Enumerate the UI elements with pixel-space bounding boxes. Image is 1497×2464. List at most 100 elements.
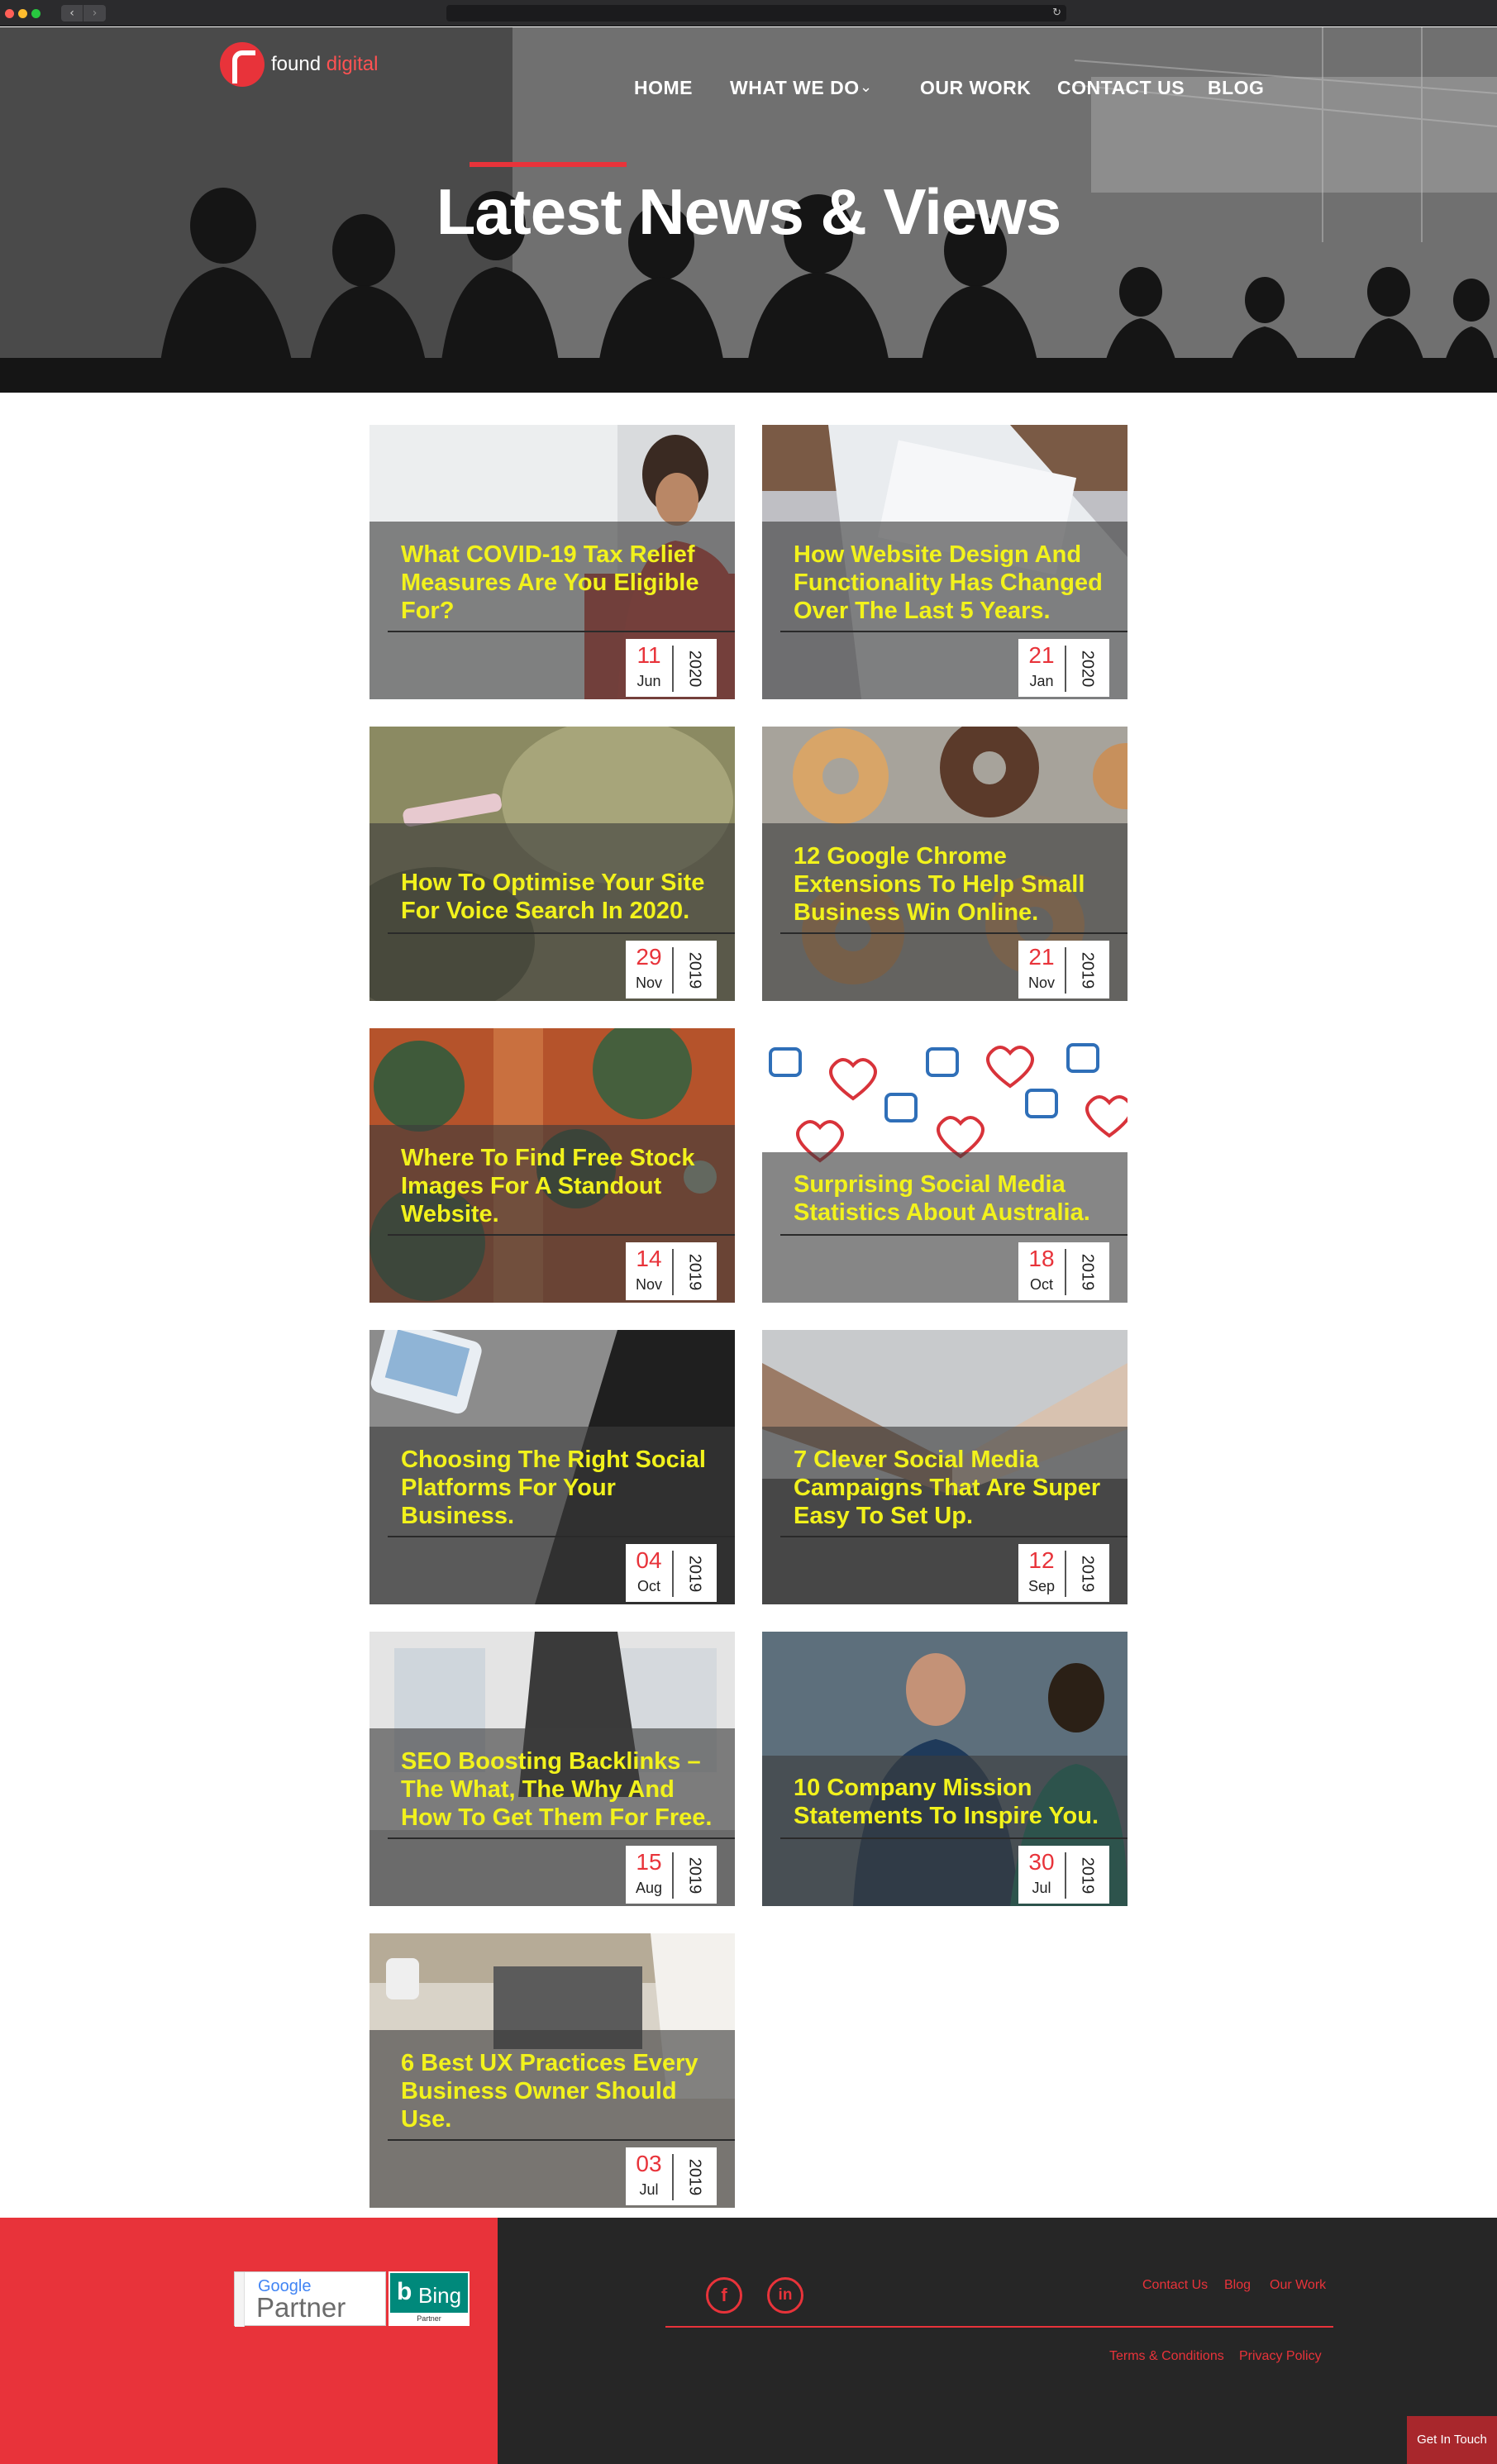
post-card[interactable]: 10 Company Mission Statements To Inspire…	[762, 1632, 1128, 1906]
footer-link-blog[interactable]: Blog	[1224, 2278, 1251, 2293]
post-divider	[780, 631, 1128, 632]
post-date-year-box: 2019	[1068, 1551, 1106, 1597]
history-nav: ‹ ›	[61, 5, 106, 21]
footer-link-our-work[interactable]: Our Work	[1270, 2278, 1326, 2293]
post-title[interactable]: 10 Company Mission Statements To Inspire…	[794, 1774, 1116, 1830]
post-date-year: 2019	[685, 951, 704, 989]
facebook-icon[interactable]: f	[706, 2277, 742, 2314]
post-date: 14 Nov 2019	[626, 1242, 717, 1300]
logo-prefix: found	[271, 53, 322, 75]
nav-our-work[interactable]: OUR WORK	[920, 77, 1031, 99]
post-date: 12 Sep 2019	[1018, 1544, 1109, 1602]
bing-badge-partner: Partner	[390, 2313, 468, 2324]
post-card[interactable]: Choosing The Right Social Platforms For …	[369, 1330, 735, 1604]
post-date-year: 2019	[685, 2158, 704, 2196]
post-card[interactable]: 7 Clever Social Media Campaigns That Are…	[762, 1330, 1128, 1604]
close-window-button[interactable]	[5, 9, 14, 18]
post-date-day: 14	[636, 1246, 662, 1271]
post-date-year-box: 2019	[1068, 1852, 1106, 1899]
badge-strip	[235, 2272, 245, 2327]
footer-link-terms[interactable]: Terms & Conditions	[1109, 2349, 1224, 2364]
minimize-window-button[interactable]	[18, 9, 27, 18]
post-divider	[388, 2139, 735, 2141]
post-date: 29 Nov 2019	[626, 941, 717, 998]
post-date-year: 2020	[685, 650, 704, 688]
main-nav: HOME WHAT WE DO ⌄ OUR WORK CONTACT US BL…	[0, 77, 1497, 110]
post-date-year-box: 2019	[675, 1249, 713, 1295]
bing-badge-label: Bing	[418, 2283, 462, 2308]
linkedin-icon[interactable]: in	[767, 2277, 803, 2314]
post-card[interactable]: How Website Design And Functionality Has…	[762, 425, 1128, 699]
post-card[interactable]: What COVID-19 Tax Relief Measures Are Yo…	[369, 425, 735, 699]
address-bar[interactable]: ↻	[446, 5, 1066, 21]
post-title[interactable]: 7 Clever Social Media Campaigns That Are…	[794, 1446, 1116, 1530]
post-divider	[780, 1837, 1128, 1839]
post-date-year: 2020	[1078, 650, 1097, 688]
post-title[interactable]: Choosing The Right Social Platforms For …	[401, 1446, 723, 1530]
date-separator	[1065, 947, 1066, 994]
post-date: 18 Oct 2019	[1018, 1242, 1109, 1300]
post-date-day: 30	[1028, 1849, 1055, 1875]
post-card[interactable]: Where To Find Free Stock Images For A St…	[369, 1028, 735, 1303]
post-date-month: Jun	[636, 673, 661, 689]
post-date-year-box: 2020	[1068, 646, 1106, 692]
nav-what-we-do[interactable]: WHAT WE DO	[730, 77, 860, 99]
post-date-day: 15	[636, 1849, 662, 1875]
post-date-month: Aug	[635, 1880, 663, 1896]
post-title[interactable]: What COVID-19 Tax Relief Measures Are Yo…	[401, 541, 723, 625]
post-card[interactable]: Surprising Social Media Statistics About…	[762, 1028, 1128, 1303]
get-in-touch-button[interactable]: Get In Touch	[1407, 2416, 1497, 2464]
post-title[interactable]: 6 Best UX Practices Every Business Owner…	[401, 2049, 723, 2133]
post-date-month: Nov	[635, 975, 662, 991]
date-separator	[672, 947, 674, 994]
post-date-day: 21	[1028, 944, 1055, 970]
back-icon[interactable]: ‹	[61, 5, 83, 21]
post-card[interactable]: How To Optimise Your Site For Voice Sear…	[369, 727, 735, 1001]
post-divider	[388, 1536, 735, 1537]
post-title[interactable]: SEO Boosting Backlinks – The What, The W…	[401, 1747, 723, 1832]
post-divider	[388, 1837, 735, 1839]
post-date: 11 Jun 2020	[626, 639, 717, 697]
post-card[interactable]: 12 Google Chrome Extensions To Help Smal…	[762, 727, 1128, 1001]
post-divider	[388, 932, 735, 934]
nav-blog[interactable]: BLOG	[1208, 77, 1264, 99]
chevron-down-icon[interactable]: ⌄	[860, 79, 872, 96]
post-title[interactable]: Where To Find Free Stock Images For A St…	[401, 1144, 723, 1228]
post-date-year: 2019	[1078, 1856, 1097, 1894]
post-date-year-box: 2019	[675, 1551, 713, 1597]
footer-link-contact-us[interactable]: Contact Us	[1142, 2278, 1208, 2293]
post-title[interactable]: How Website Design And Functionality Has…	[794, 541, 1116, 625]
post-date-year: 2019	[685, 1253, 704, 1291]
post-date-month: Oct	[1029, 1276, 1053, 1293]
post-date-month: Jan	[1029, 673, 1054, 689]
bing-logo-icon: b	[397, 2278, 412, 2305]
post-date: 04 Oct 2019	[626, 1544, 717, 1602]
google-partner-badge[interactable]: Google Partner	[234, 2271, 386, 2327]
logo-accent: digital	[326, 53, 379, 75]
post-date: 15 Aug 2019	[626, 1846, 717, 1904]
browser-toolbar: ‹ › ↻	[0, 0, 1497, 26]
nav-contact-us[interactable]: CONTACT US	[1057, 77, 1185, 99]
post-card[interactable]: 6 Best UX Practices Every Business Owner…	[369, 1933, 735, 2208]
post-title[interactable]: Surprising Social Media Statistics About…	[794, 1170, 1116, 1227]
bing-partner-badge[interactable]: b Bing Partner	[389, 2271, 470, 2326]
maximize-window-button[interactable]	[31, 9, 41, 18]
date-separator	[1065, 1249, 1066, 1295]
post-card[interactable]: SEO Boosting Backlinks – The What, The W…	[369, 1632, 735, 1906]
hero-banner: found digital HOME WHAT WE DO ⌄ OUR WORK…	[0, 27, 1497, 393]
forward-icon[interactable]: ›	[83, 5, 106, 21]
google-badge-partner: Partner	[256, 2292, 346, 2323]
post-date-year-box: 2020	[675, 646, 713, 692]
post-date: 21 Nov 2019	[1018, 941, 1109, 998]
footer: Google Partner b Bing Partner f in Conta…	[0, 2218, 1497, 2464]
reload-icon[interactable]: ↻	[1052, 5, 1061, 21]
footer-link-privacy[interactable]: Privacy Policy	[1239, 2349, 1322, 2364]
date-separator	[1065, 646, 1066, 692]
post-title[interactable]: How To Optimise Your Site For Voice Sear…	[401, 869, 723, 925]
footer-badges-panel: Google Partner b Bing Partner	[0, 2218, 498, 2464]
nav-home[interactable]: HOME	[634, 77, 693, 99]
post-divider	[388, 1234, 735, 1236]
date-separator	[672, 646, 674, 692]
post-title[interactable]: 12 Google Chrome Extensions To Help Smal…	[794, 842, 1116, 927]
page-title: Latest News & Views	[436, 175, 1062, 248]
